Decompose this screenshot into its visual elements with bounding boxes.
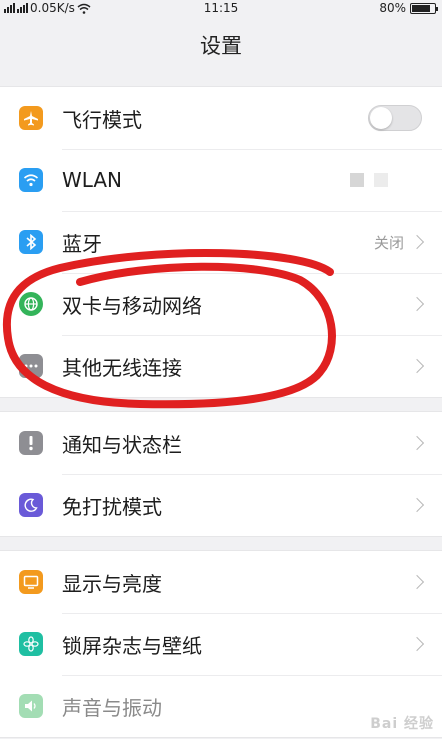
row-label: WLAN: [62, 168, 123, 192]
chevron-right-icon: [409, 234, 425, 250]
status-right: 80%: [379, 1, 438, 15]
row-notifications[interactable]: 通知与状态栏: [0, 412, 442, 474]
row-bluetooth[interactable]: 蓝牙 关闭: [0, 211, 442, 273]
chevron-right-icon: [409, 497, 425, 513]
section-wireless: 飞行模式 WLAN 蓝牙 关闭 双卡与移动网络 其他无线连接: [0, 86, 442, 398]
row-label: 双卡与移动网络: [62, 293, 202, 318]
row-label: 通知与状态栏: [62, 432, 182, 457]
row-dual-sim[interactable]: 双卡与移动网络: [0, 273, 442, 335]
row-display-brightness[interactable]: 显示与亮度: [0, 551, 442, 613]
status-bar: 0.05K/s 11:15 80%: [0, 0, 442, 18]
chevron-right-icon: [409, 636, 425, 652]
row-lockscreen-wallpaper[interactable]: 锁屏杂志与壁纸: [0, 613, 442, 675]
airplane-mode-toggle[interactable]: [368, 105, 422, 131]
page-title: 设置: [200, 34, 242, 58]
chevron-right-icon: [409, 435, 425, 451]
section-notifications: 通知与状态栏 免打扰模式: [0, 411, 442, 537]
toggle-knob: [370, 107, 392, 129]
chevron-right-icon: [409, 574, 425, 590]
battery-fill: [412, 4, 430, 12]
row-right: [409, 574, 425, 590]
speaker-icon: [19, 694, 43, 718]
row-right: 关闭: [373, 232, 425, 253]
chevron-right-icon: [409, 296, 425, 312]
row-other-wireless[interactable]: 其他无线连接: [0, 335, 442, 397]
row-label: 显示与亮度: [62, 571, 162, 596]
moon-icon: [19, 493, 43, 517]
flower-icon: [19, 632, 43, 656]
wlan-status-placeholder: [350, 173, 388, 187]
chevron-right-icon: [409, 358, 425, 374]
row-airplane-mode[interactable]: 飞行模式: [0, 87, 442, 149]
watermark: Bai 经验: [370, 716, 434, 732]
row-label: 锁屏杂志与壁纸: [62, 633, 202, 658]
row-label: 其他无线连接: [62, 355, 182, 380]
bluetooth-status: 关闭: [373, 233, 404, 252]
section-display: 显示与亮度 锁屏杂志与壁纸 声音与振动: [0, 550, 442, 738]
exclamation-icon: [19, 431, 43, 455]
row-right: [409, 497, 425, 513]
display-icon: [19, 570, 43, 594]
row-label: 免打扰模式: [62, 494, 162, 519]
row-right: [409, 296, 425, 312]
battery-percent: 80%: [379, 1, 406, 15]
row-right: [409, 435, 425, 451]
status-time: 11:15: [203, 1, 239, 15]
row-label: 飞行模式: [62, 107, 142, 132]
row-label: 声音与振动: [62, 695, 162, 720]
globe-icon: [19, 292, 43, 316]
battery-icon: [410, 2, 438, 14]
row-label: 蓝牙: [62, 231, 102, 256]
row-do-not-disturb[interactable]: 免打扰模式: [0, 474, 442, 536]
more-icon: [19, 354, 43, 378]
row-right: [409, 358, 425, 374]
airplane-icon: [19, 106, 43, 130]
wifi-icon: [19, 168, 43, 192]
row-right: [409, 636, 425, 652]
row-wlan[interactable]: WLAN: [0, 149, 442, 211]
bluetooth-icon: [19, 230, 43, 254]
